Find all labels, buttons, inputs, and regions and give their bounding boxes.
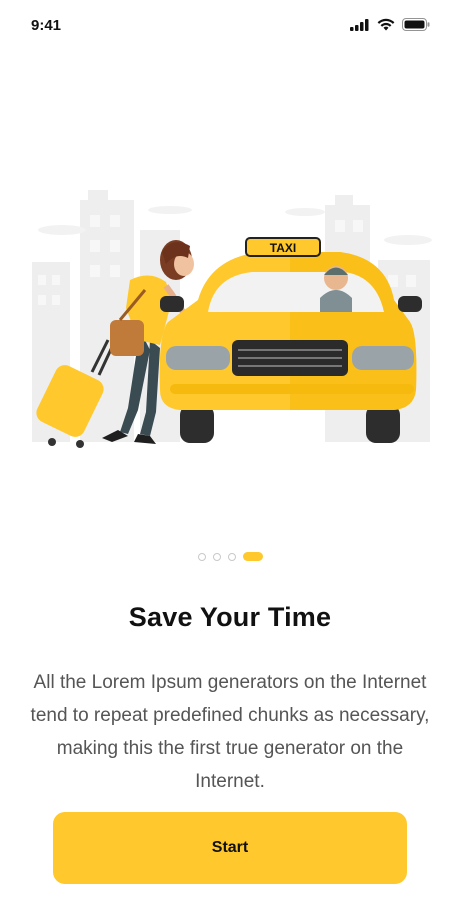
status-icons xyxy=(350,18,430,31)
onboarding-title: Save Your Time xyxy=(128,602,332,632)
status-bar: 9:41 xyxy=(0,0,460,52)
pager-dot-2[interactable] xyxy=(212,552,221,561)
pager-dot-4-active[interactable] xyxy=(242,552,263,561)
pager-dot-1[interactable] xyxy=(197,552,206,561)
pager-dot-3[interactable] xyxy=(227,552,236,561)
cellular-signal-icon xyxy=(350,18,369,31)
wifi-icon xyxy=(377,18,395,31)
start-button[interactable]: Start xyxy=(53,812,407,884)
status-time: 9:41 xyxy=(31,17,62,34)
battery-icon xyxy=(402,18,430,31)
onboarding-description: All the Lorem Ipsum generators on the In… xyxy=(30,672,430,792)
onboarding-pager xyxy=(0,552,460,561)
taxi-illustration: TAXI xyxy=(32,190,432,448)
taxi-sign-text: TAXI xyxy=(270,241,296,255)
